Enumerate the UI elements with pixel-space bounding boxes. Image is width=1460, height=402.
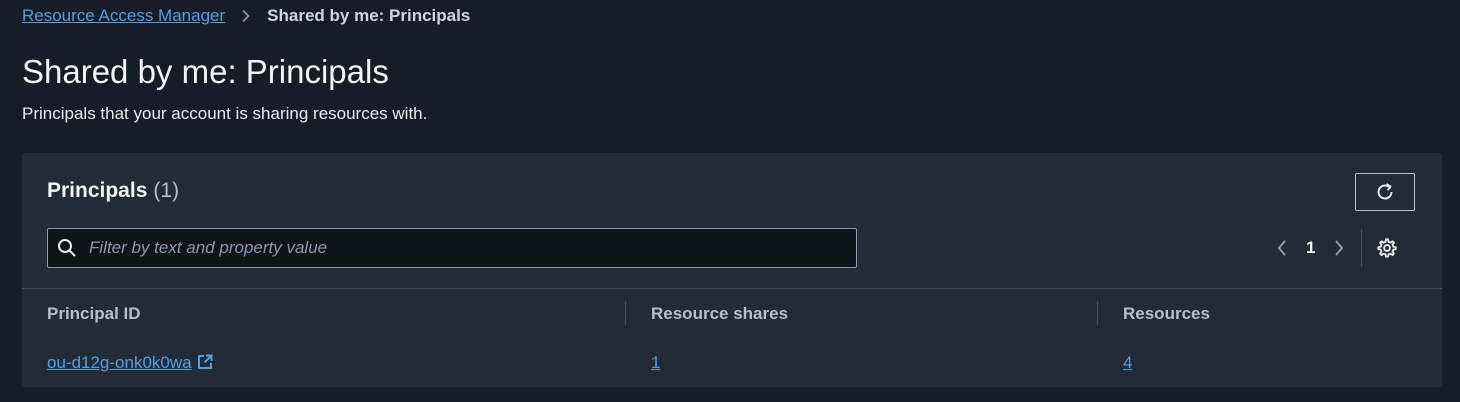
pager-divider <box>1361 229 1363 267</box>
chevron-right-icon[interactable] <box>1329 238 1349 258</box>
page-title: Shared by me: Principals <box>22 53 389 90</box>
column-header-resource-shares[interactable]: Resource shares <box>651 289 788 338</box>
search-icon <box>57 238 77 258</box>
breadcrumb: Resource Access Manager Shared by me: Pr… <box>22 6 470 26</box>
panel-count: (1) <box>153 179 180 202</box>
chevron-left-icon[interactable] <box>1272 238 1292 258</box>
principal-id-cell: ou-d12g-onk0k0wa <box>47 338 213 387</box>
resource-shares-cell: 1 <box>651 338 660 387</box>
refresh-button[interactable] <box>1355 173 1415 211</box>
column-header-resources[interactable]: Resources <box>1123 289 1210 338</box>
principals-panel: Principals(1) 1 <box>22 153 1442 387</box>
refresh-icon <box>1374 181 1396 203</box>
resources-link[interactable]: 4 <box>1123 353 1132 372</box>
external-link-icon[interactable] <box>197 340 213 369</box>
column-divider <box>625 301 626 325</box>
page-number[interactable]: 1 <box>1306 238 1315 258</box>
column-header-principal-id[interactable]: Principal ID <box>47 289 141 338</box>
gear-icon[interactable] <box>1376 237 1398 259</box>
column-divider <box>1097 301 1098 325</box>
table-row: ou-d12g-onk0k0wa 1 4 <box>22 338 1442 387</box>
principal-id-link[interactable]: ou-d12g-onk0k0wa <box>47 353 192 372</box>
resource-shares-link[interactable]: 1 <box>651 353 660 372</box>
breadcrumb-current: Shared by me: Principals <box>267 6 471 25</box>
table-header: Principal ID Resource shares Resources <box>22 288 1442 339</box>
filter-search[interactable] <box>47 228 857 268</box>
pagination: 1 <box>1272 229 1398 267</box>
breadcrumb-link-resource-access-manager[interactable]: Resource Access Manager <box>22 6 225 26</box>
chevron-right-icon <box>239 9 253 23</box>
panel-title: Principals (1) <box>47 179 179 203</box>
panel-title-text: Principals <box>47 179 148 202</box>
page-description: Principals that your account is sharing … <box>22 104 428 123</box>
filter-input[interactable] <box>87 237 791 259</box>
resources-cell: 4 <box>1123 338 1132 387</box>
